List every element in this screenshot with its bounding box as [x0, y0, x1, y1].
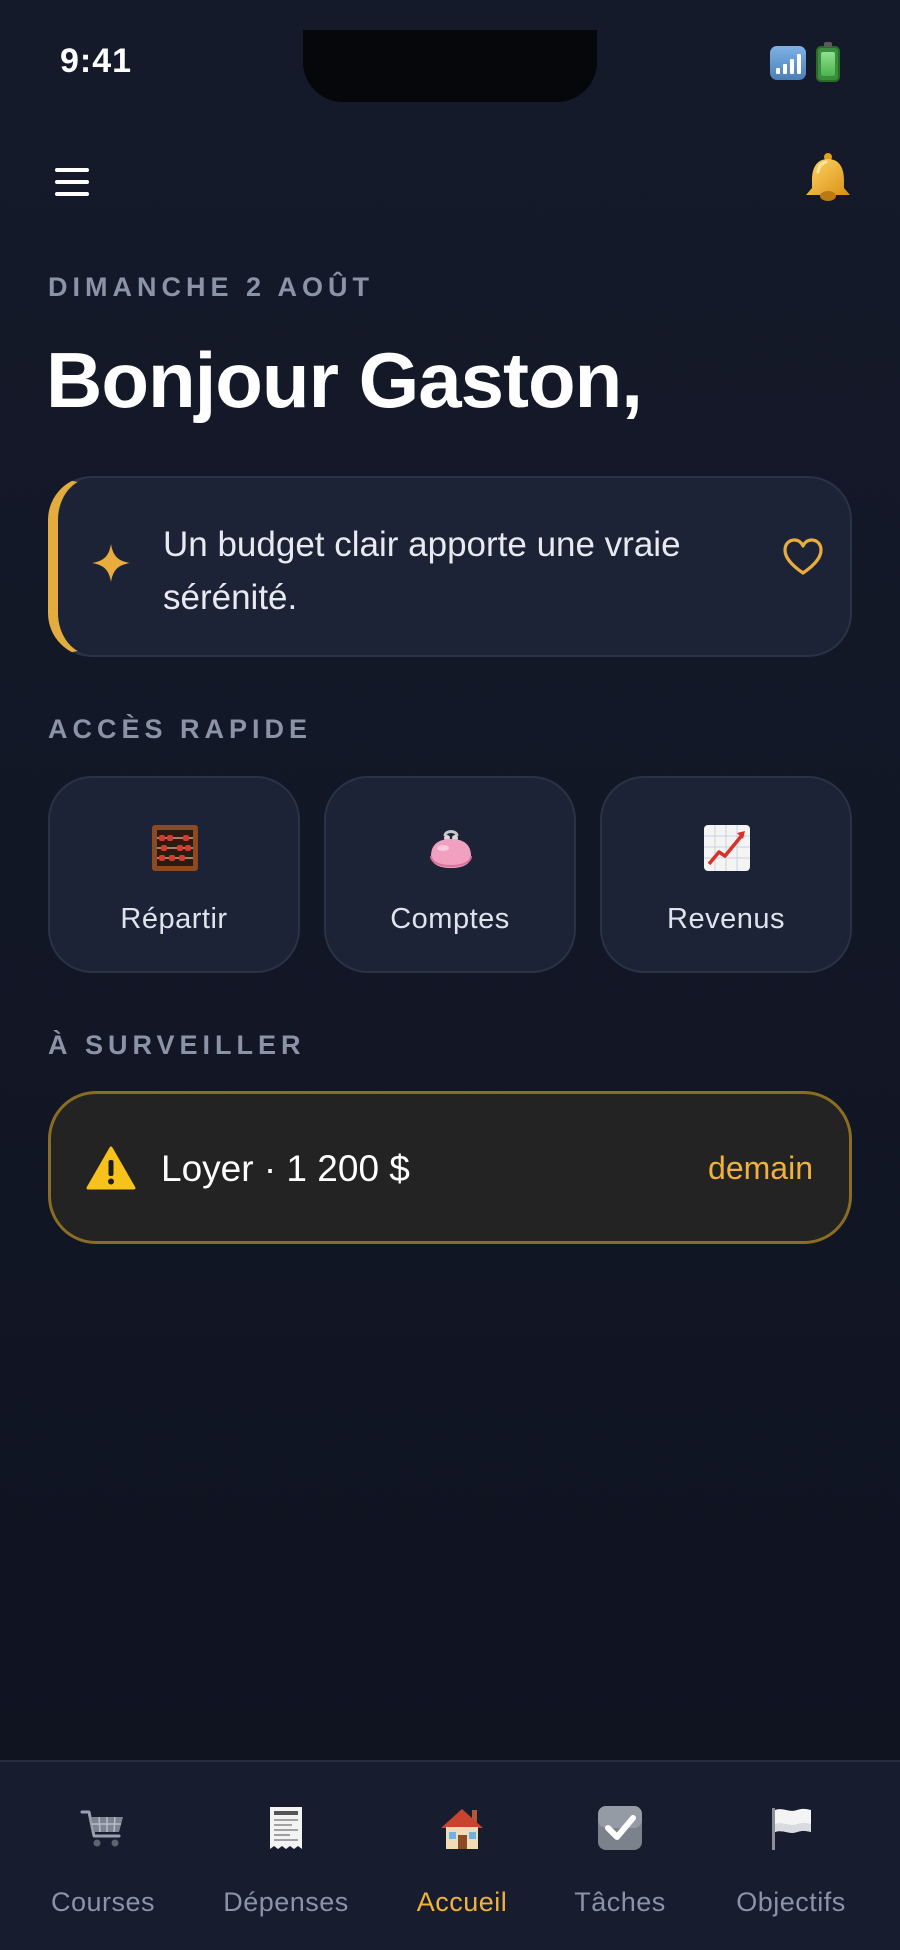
status-bar: 9:41: [0, 0, 900, 110]
menu-icon[interactable]: [55, 168, 89, 196]
nav-item-courses[interactable]: Courses: [35, 1762, 171, 1950]
tile-label: Répartir: [120, 903, 228, 935]
nav-item-taches[interactable]: Tâches: [565, 1762, 675, 1950]
status-time: 9:41: [60, 42, 133, 80]
quick-access-title: ACCÈS RAPIDE: [48, 714, 313, 744]
tile-label: Comptes: [390, 903, 510, 935]
alert-due-label: demain: [708, 1150, 813, 1186]
status-icons: [770, 42, 840, 82]
check-box-icon: [598, 1806, 642, 1850]
receipt-icon: [270, 1807, 302, 1849]
nav-item-accueil[interactable]: Accueil: [400, 1762, 524, 1950]
nav-label: Dépenses: [223, 1887, 349, 1917]
abacus-icon: [152, 825, 198, 871]
signal-icon: [770, 46, 806, 80]
date-label: DIMANCHE 2 AOÛT: [48, 272, 375, 302]
nav-label: Tâches: [574, 1887, 666, 1917]
nav-label: Accueil: [416, 1887, 508, 1917]
house-icon: [441, 1809, 483, 1849]
nav-label: Courses: [50, 1887, 156, 1917]
sparkle-icon: [92, 544, 130, 582]
nav-item-objectifs[interactable]: Objectifs: [725, 1762, 857, 1950]
warning-icon: [86, 1146, 136, 1190]
bell-icon[interactable]: [800, 150, 856, 206]
camera-notch: [303, 30, 597, 102]
alert-text: Loyer · 1 200 $: [161, 1148, 410, 1189]
purse-icon: [430, 830, 472, 868]
tile-revenus[interactable]: Revenus: [600, 776, 852, 973]
white-flag-icon: [772, 1808, 811, 1850]
nav-label: Objectifs: [736, 1887, 846, 1917]
cart-icon: [80, 1810, 123, 1847]
greeting-title: Bonjour Gaston,: [46, 336, 643, 424]
watch-title: À SURVEILLER: [48, 1030, 306, 1060]
battery-icon: [816, 42, 840, 82]
quote-card: Un budget clair apporte une vraie séréni…: [48, 476, 852, 657]
bottom-nav: Courses Dépenses Accueil Tâches Objectif…: [0, 1760, 900, 1950]
tile-repartir[interactable]: Répartir: [48, 776, 300, 973]
rent-alert-card[interactable]: Loyer · 1 200 $ demain: [48, 1091, 852, 1244]
tile-label: Revenus: [667, 903, 785, 935]
tile-comptes[interactable]: Comptes: [324, 776, 576, 973]
heart-icon[interactable]: [780, 534, 826, 580]
quote-text: Un budget clair apporte une vraie séréni…: [163, 525, 681, 617]
chart-increasing-icon: [704, 825, 750, 871]
nav-item-depenses[interactable]: Dépenses: [217, 1762, 355, 1950]
